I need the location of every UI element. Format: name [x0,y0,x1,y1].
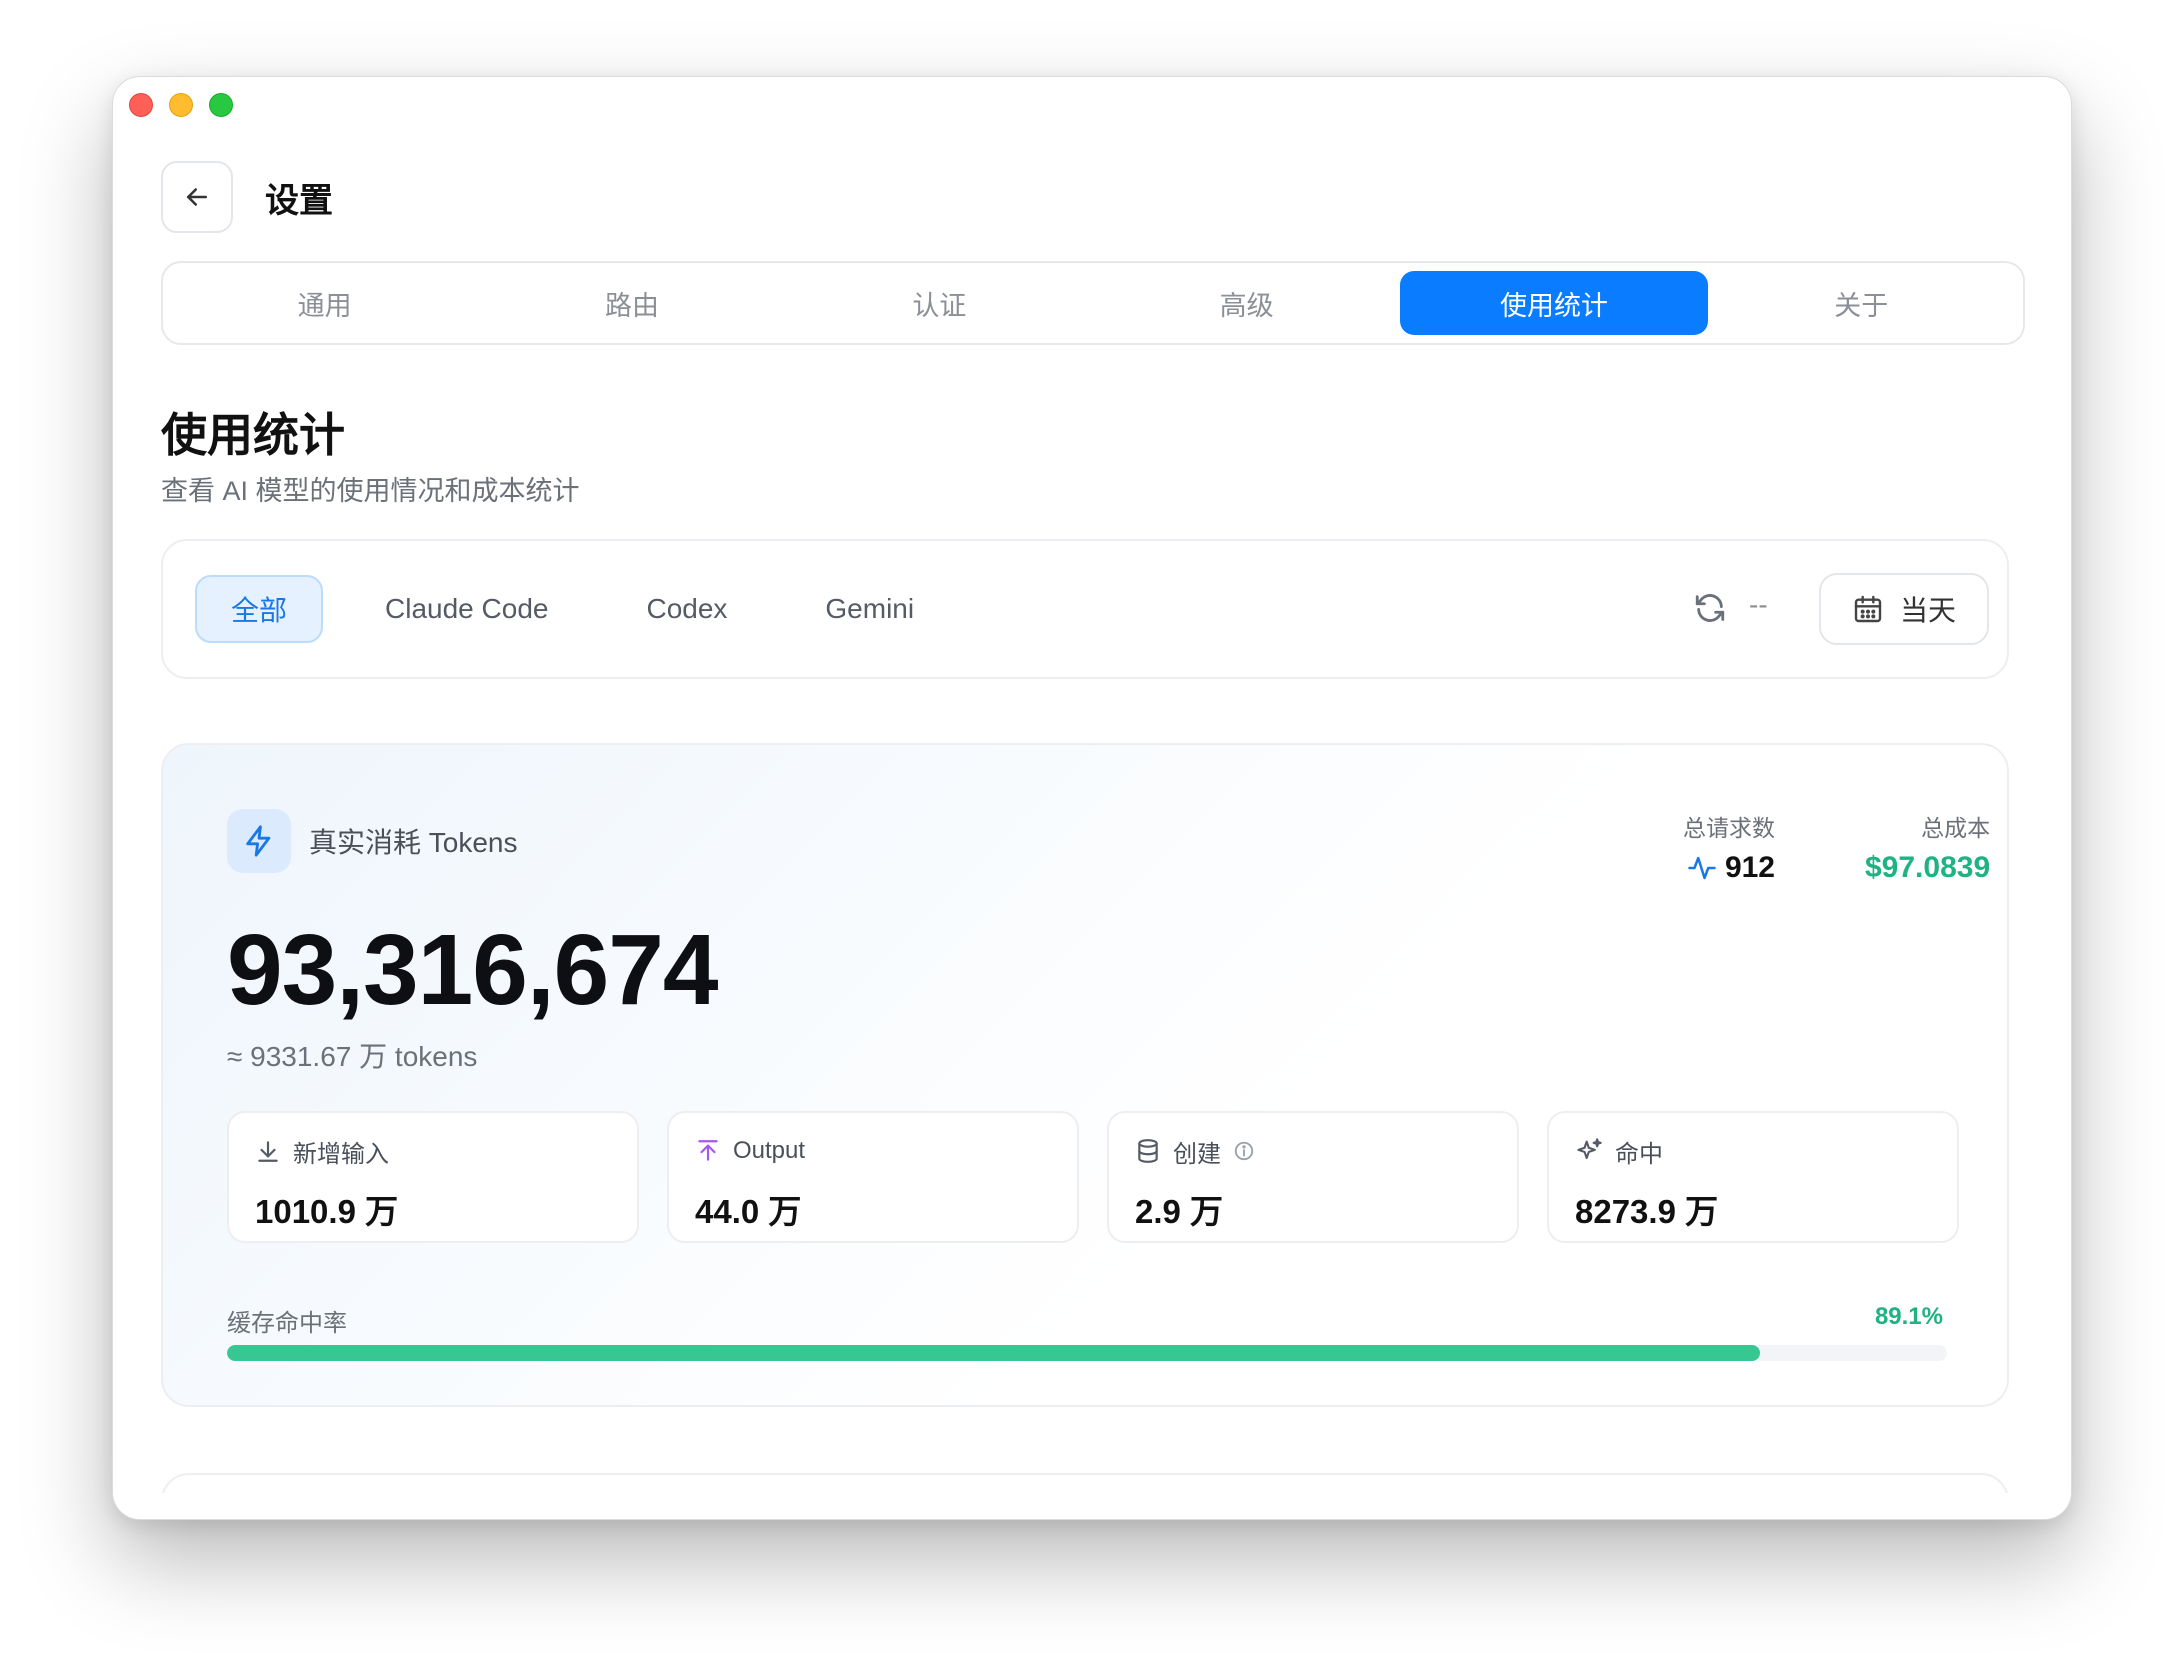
summary-label: 真实消耗 Tokens [309,827,518,858]
date-range-label: 当天 [1899,595,1956,626]
filter-chip-claude-code[interactable]: Claude Code [349,575,584,643]
breakdown-output-label: Output [733,1137,806,1164]
back-button[interactable] [161,161,233,233]
minimize-window-button[interactable] [169,93,193,117]
breakdown-hit-card: 命中 8273.9 万 [1547,1111,1959,1243]
page-header: 设置 [161,161,333,233]
breakdown-create-label: 创建 [1173,1140,1221,1168]
total-cost: 总成本 $97.0839 [1865,809,1990,885]
filter-chip-all[interactable]: 全部 [195,575,324,643]
activity-icon [1688,856,1716,880]
sparkles-icon [1577,1138,1602,1160]
settings-tabs: 通用 路由 认证 高级 使用统计 关于 [161,261,2025,345]
section-subtitle: 查看 AI 模型的使用情况和成本统计 [161,476,580,506]
total-tokens-value: 93,316,674 [227,914,718,1026]
token-summary-card: 真实消耗 Tokens 总请求数 912 总成本 $97.0839 93,316… [161,743,2009,1407]
summary-header: 真实消耗 Tokens [227,809,518,873]
tab-advanced[interactable]: 高级 [1093,271,1400,335]
total-requests-value: 912 [1724,851,1775,884]
breakdown-input-label: 新增输入 [293,1140,389,1168]
token-breakdown: 新增输入 1010.9 万 Output 44.0 万 创建 2.9 万 命中 … [227,1111,1959,1243]
cache-hit-rate-label: 缓存命中率 [227,1310,347,1337]
bolt-icon [246,825,271,857]
cache-hit-rate-bar [227,1345,1947,1361]
tab-routing[interactable]: 路由 [478,271,785,335]
close-window-button[interactable] [129,93,153,117]
calendar-icon [1854,595,1882,623]
refresh-status: -- [1749,589,1768,620]
breakdown-output-value: 44.0 万 [695,1193,802,1230]
info-icon[interactable] [1233,1140,1255,1162]
bolt-badge [227,809,291,873]
total-requests-label: 总请求数 [1683,815,1775,841]
arrow-left-icon [187,188,207,206]
section-title: 使用统计 [161,409,345,461]
cache-hit-rate-value: 89.1% [1874,1303,1943,1330]
breakdown-output-card: Output 44.0 万 [667,1111,1079,1243]
date-range-button[interactable]: 当天 [1819,573,1989,645]
total-requests: 总请求数 912 [1683,809,1775,885]
upload-icon [698,1140,718,1161]
breakdown-create-value: 2.9 万 [1135,1193,1224,1230]
total-cost-value: $97.0839 [1865,851,1991,884]
filter-bar: 全部 Claude Code Codex Gemini -- 当天 [161,539,2009,679]
database-icon [1138,1139,1158,1163]
breakdown-create-card: 创建 2.9 万 [1107,1111,1519,1243]
window-controls [129,93,233,117]
app-filter-chips: 全部 Claude Code Codex Gemini [195,575,950,643]
filter-chip-gemini[interactable]: Gemini [789,575,950,643]
tab-usage-stats[interactable]: 使用统计 [1400,271,1708,335]
cache-hit-rate-fill [227,1345,1760,1361]
breakdown-input-value: 1010.9 万 [255,1193,399,1230]
total-tokens-approx: ≈ 9331.67 万 tokens [227,1041,478,1072]
breakdown-hit-value: 8273.9 万 [1575,1193,1719,1230]
breakdown-input-card: 新增输入 1010.9 万 [227,1111,639,1243]
filter-chip-codex[interactable]: Codex [610,575,763,643]
tab-auth[interactable]: 认证 [786,271,1093,335]
app-window: 设置 通用 路由 认证 高级 使用统计 关于 使用统计 查看 AI 模型的使用情… [112,76,2072,1520]
tab-general[interactable]: 通用 [171,271,478,335]
page-title: 设置 [265,181,333,220]
tab-about[interactable]: 关于 [1708,271,2015,335]
refresh-icon[interactable] [1693,591,1727,625]
download-icon [258,1141,278,1162]
total-cost-label: 总成本 [1921,815,1991,841]
zoom-window-button[interactable] [209,93,233,117]
breakdown-hit-label: 命中 [1615,1140,1663,1168]
